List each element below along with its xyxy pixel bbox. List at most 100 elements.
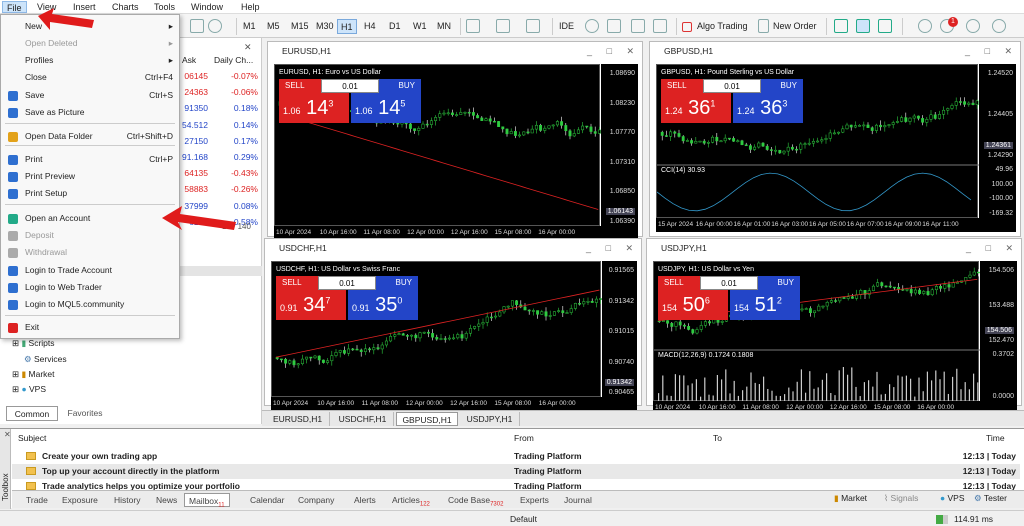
chart-canvas[interactable]: USDCHF, H1: US Dollar vs Swiss Franc SEL… — [271, 261, 603, 397]
file-menu-print-preview[interactable]: Print Preview — [1, 168, 179, 185]
file-menu-profiles[interactable]: Profiles ▸ — [1, 52, 179, 69]
chart-window[interactable]: USDCHF,H1 _ □ ✕ USDCHF, H1: US Dollar vs… — [264, 238, 642, 411]
file-menu-print-setup[interactable]: Print Setup — [1, 185, 179, 202]
nav-market[interactable]: ⊞ ▮ Market — [12, 369, 55, 380]
lot-size-input[interactable]: 0.01 — [318, 276, 376, 290]
message-row[interactable]: Top up your account directly in the plat… — [12, 464, 1020, 479]
chart-window[interactable]: EURUSD,H1 _ □ ✕ EURUSD, H1: Euro vs US D… — [267, 41, 643, 240]
vps-icon[interactable] — [607, 19, 621, 33]
search-icon[interactable] — [918, 19, 932, 33]
help-icon[interactable] — [992, 19, 1006, 33]
market-watch-row[interactable]: 64135 -0.43% — [178, 168, 262, 185]
close-icon[interactable]: ✕ — [244, 42, 252, 53]
chart-tab-gbpusd[interactable]: GBPUSD,H1 — [396, 412, 458, 426]
market-link[interactable]: ▮ Market — [834, 493, 867, 504]
minimize-icon[interactable]: _ — [966, 239, 971, 257]
tab-calendar[interactable]: Calendar — [246, 493, 289, 507]
tab-company[interactable]: Company — [294, 493, 338, 507]
menu-help[interactable]: Help — [237, 1, 264, 13]
close-icon[interactable]: ✕ — [1005, 239, 1013, 257]
new-order-button[interactable]: New Order — [770, 19, 820, 34]
lot-size-input[interactable]: 0.01 — [321, 79, 379, 93]
tf-m5[interactable]: M5 — [264, 19, 283, 34]
tester-link[interactable]: ⚙ Tester — [974, 493, 1007, 504]
depth-icon[interactable] — [834, 19, 848, 33]
zoom-in-icon[interactable] — [190, 19, 204, 33]
minimize-icon[interactable]: _ — [586, 239, 591, 257]
account-icon[interactable] — [966, 19, 980, 33]
minimize-icon[interactable]: _ — [587, 42, 592, 60]
ide-button[interactable]: IDE — [556, 19, 577, 34]
market-watch-row[interactable]: 27150 0.17% — [178, 136, 262, 153]
chart-canvas[interactable]: USDJPY, H1: US Dollar vs Yen SELL 154 50… — [653, 261, 980, 402]
file-menu-login-to-web-trader[interactable]: Login to Web Trader — [1, 279, 179, 296]
chart-tab-usdchf[interactable]: USDCHF,H1 — [332, 412, 394, 426]
tf-m30[interactable]: M30 — [313, 19, 337, 34]
maximize-icon[interactable]: □ — [607, 42, 612, 60]
nav-services[interactable]: ⚙ Services — [24, 354, 67, 365]
tab-articles[interactable]: Articles122 — [388, 493, 434, 508]
file-menu-withdrawal[interactable]: Withdrawal — [1, 244, 179, 261]
file-menu-save-as-picture[interactable]: Save as Picture — [1, 104, 179, 121]
tab-experts[interactable]: Experts — [516, 493, 553, 507]
tab-alerts[interactable]: Alerts — [350, 493, 380, 507]
nav-scripts[interactable]: ⊞ ▮ Scripts — [12, 338, 55, 349]
market-watch-row[interactable]: 06145 -0.07% — [178, 71, 262, 88]
maximize-icon[interactable]: □ — [985, 42, 990, 60]
menu-window[interactable]: Window — [187, 1, 227, 13]
vps-link[interactable]: ● VPS — [940, 493, 965, 503]
nav-vps[interactable]: ⊞ ● VPS — [12, 384, 46, 395]
tab-news[interactable]: News — [152, 493, 181, 507]
file-menu-open-data-folder[interactable]: Open Data Folder Ctrl+Shift+D — [1, 128, 179, 145]
indicators-icon[interactable] — [466, 19, 480, 33]
file-menu-open-deleted[interactable]: Open Deleted ▸ — [1, 35, 179, 52]
objects-icon[interactable] — [526, 19, 540, 33]
candles-icon[interactable] — [856, 19, 870, 33]
close-icon[interactable]: ✕ — [625, 239, 633, 257]
tab-history[interactable]: History — [110, 493, 144, 507]
market-watch-row[interactable]: 24363 -0.06% — [178, 87, 262, 104]
chart-window[interactable]: USDJPY,H1 _ □ ✕ USDJPY, H1: US Dollar vs… — [646, 238, 1022, 415]
maximize-icon[interactable]: □ — [606, 239, 611, 257]
maximize-icon[interactable]: □ — [986, 239, 991, 257]
chart-canvas[interactable]: GBPUSD, H1: Pound Sterling vs US Dollar … — [656, 64, 979, 218]
tab-exposure[interactable]: Exposure — [58, 493, 102, 507]
file-menu-login-to-trade-account[interactable]: Login to Trade Account — [1, 262, 179, 279]
file-menu-open-an-account[interactable]: Open an Account — [1, 210, 179, 227]
tab-journal[interactable]: Journal — [560, 493, 596, 507]
minimize-icon[interactable]: _ — [965, 42, 970, 60]
tab-common[interactable]: Common — [6, 406, 58, 421]
chart-canvas[interactable]: EURUSD, H1: Euro vs US Dollar SELL 1.06 … — [274, 64, 601, 226]
menu-tools[interactable]: Tools — [150, 1, 179, 13]
tab-trade[interactable]: Trade — [22, 493, 52, 507]
menu-file[interactable]: File — [2, 1, 27, 13]
tf-m1[interactable]: M1 — [240, 19, 259, 34]
file-menu-close[interactable]: Close Ctrl+F4 — [1, 69, 179, 86]
tf-w1[interactable]: W1 — [410, 19, 430, 34]
menu-charts[interactable]: Charts — [108, 1, 143, 13]
file-menu-print[interactable]: Print Ctrl+P — [1, 151, 179, 168]
market-watch-row[interactable]: 91.168 0.29% — [178, 152, 262, 169]
message-row[interactable]: Create your own trading app Trading Plat… — [12, 449, 1020, 464]
tf-m15[interactable]: M15 — [288, 19, 312, 34]
file-menu-exit[interactable]: Exit — [1, 319, 179, 336]
tab-favorites[interactable]: Favorites — [60, 406, 110, 421]
chart-window[interactable]: GBPUSD,H1 _ □ ✕ GBPUSD, H1: Pound Sterli… — [649, 41, 1021, 237]
close-icon[interactable]: ✕ — [4, 430, 11, 439]
chart-tab-usdjpy[interactable]: USDJPY,H1 — [460, 412, 520, 426]
file-menu-save[interactable]: Save Ctrl+S — [1, 87, 179, 104]
market-icon[interactable] — [653, 19, 667, 33]
tab-mailbox[interactable]: Mailbox11 — [184, 493, 230, 509]
tf-h4[interactable]: H4 — [361, 19, 379, 34]
zoom-out-icon[interactable] — [208, 19, 222, 33]
signals-icon[interactable] — [631, 19, 645, 33]
chart-tab-eurusd[interactable]: EURUSD,H1 — [266, 412, 330, 426]
lot-size-input[interactable]: 0.01 — [703, 79, 761, 93]
signals-link[interactable]: ⌇ Signals — [884, 493, 918, 504]
tf-d1[interactable]: D1 — [386, 19, 404, 34]
close-icon[interactable]: ✕ — [1004, 42, 1012, 60]
community-icon[interactable] — [585, 19, 599, 33]
file-menu-login-to-mql5-community[interactable]: Login to MQL5.community — [1, 296, 179, 313]
templates-icon[interactable] — [496, 19, 510, 33]
tf-h1[interactable]: H1 — [337, 19, 357, 34]
